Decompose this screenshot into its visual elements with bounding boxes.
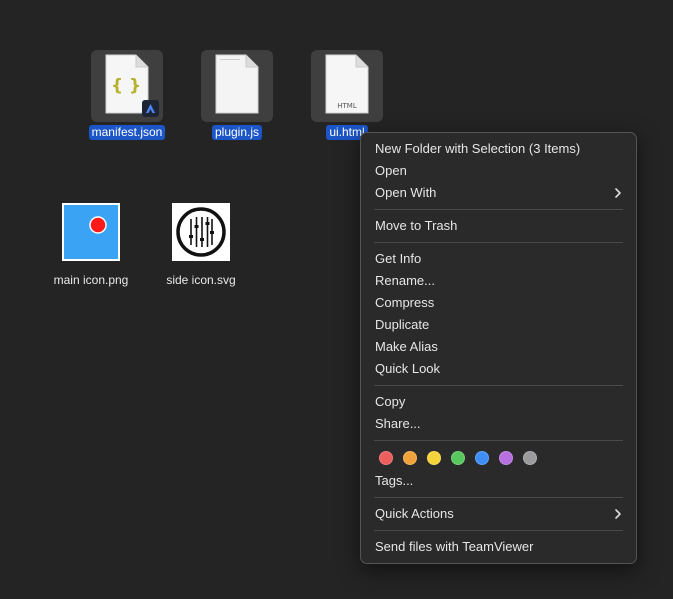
- file-plugin-js[interactable]: plugin.js: [182, 50, 292, 141]
- menu-separator: [374, 497, 623, 498]
- sliders-icon: [176, 207, 226, 257]
- tag-purple-dot[interactable]: [499, 451, 513, 465]
- menu-item-make-alias[interactable]: Make Alias: [361, 336, 636, 358]
- tag-green-dot[interactable]: [451, 451, 465, 465]
- menu-item-label: Share...: [375, 416, 421, 431]
- menu-item-open[interactable]: Open: [361, 160, 636, 182]
- menu-separator: [374, 385, 623, 386]
- menu-item-move-to-trash[interactable]: Move to Trash: [361, 215, 636, 237]
- js-file-icon: [215, 54, 259, 114]
- menu-item-tags[interactable]: Tags...: [361, 470, 636, 492]
- menu-item-label: Send files with TeamViewer: [375, 539, 534, 554]
- red-dot-image-icon: [89, 216, 107, 234]
- app-badge-icon: [142, 100, 159, 117]
- svg-text:{ }: { }: [111, 76, 141, 96]
- tag-red-dot[interactable]: [379, 451, 393, 465]
- menu-item-label: Get Info: [375, 251, 422, 266]
- file-name-label[interactable]: side icon.svg: [146, 273, 256, 288]
- image-thumbnail[interactable]: [172, 203, 230, 261]
- image-thumbnail[interactable]: [62, 203, 120, 261]
- file-thumbnail[interactable]: { }: [91, 50, 163, 122]
- file-thumbnail[interactable]: HTML: [311, 50, 383, 122]
- menu-item-label: Move to Trash: [375, 218, 458, 233]
- menu-item-rename[interactable]: Rename...: [361, 270, 636, 292]
- menu-item-label: Open With: [375, 185, 437, 200]
- tag-yellow-dot[interactable]: [427, 451, 441, 465]
- html-file-icon: HTML: [325, 54, 369, 114]
- menu-item-quick-look[interactable]: Quick Look: [361, 358, 636, 380]
- menu-item-label: Duplicate: [375, 317, 430, 332]
- menu-item-quick-actions[interactable]: Quick Actions: [361, 503, 636, 525]
- file-name-label[interactable]: manifest.json: [88, 125, 166, 140]
- menu-item-compress[interactable]: Compress: [361, 292, 636, 314]
- file-thumbnail[interactable]: [201, 50, 273, 122]
- menu-separator: [374, 242, 623, 243]
- menu-item-label: Make Alias: [375, 339, 438, 354]
- menu-item-duplicate[interactable]: Duplicate: [361, 314, 636, 336]
- file-ui-html[interactable]: HTML ui.html: [292, 50, 402, 141]
- tag-blue-dot[interactable]: [475, 451, 489, 465]
- menu-item-get-info[interactable]: Get Info: [361, 248, 636, 270]
- menu-item-label: New Folder with Selection (3 Items): [375, 141, 581, 156]
- menu-item-share[interactable]: Share...: [361, 413, 636, 435]
- file-name-label[interactable]: plugin.js: [211, 125, 263, 140]
- file-name-label[interactable]: main icon.png: [36, 273, 146, 288]
- menu-item-label: Compress: [375, 295, 435, 310]
- menu-item-copy[interactable]: Copy: [361, 391, 636, 413]
- svg-text:HTML: HTML: [337, 102, 357, 110]
- menu-item-send-with-teamviewer[interactable]: Send files with TeamViewer: [361, 536, 636, 558]
- menu-item-open-with[interactable]: Open With: [361, 182, 636, 204]
- menu-item-label: Open: [375, 163, 407, 178]
- tag-color-row: [361, 446, 636, 470]
- menu-separator: [374, 440, 623, 441]
- menu-separator: [374, 530, 623, 531]
- chevron-right-icon: [615, 509, 621, 519]
- menu-item-label: Quick Actions: [375, 506, 454, 521]
- menu-item-label: Copy: [375, 394, 406, 409]
- menu-item-label: Rename...: [375, 273, 435, 288]
- chevron-right-icon: [615, 188, 621, 198]
- tag-gray-dot[interactable]: [523, 451, 537, 465]
- tag-orange-dot[interactable]: [403, 451, 417, 465]
- context-menu: New Folder with Selection (3 Items) Open…: [360, 132, 637, 564]
- file-manifest-json[interactable]: { } manifest.json: [72, 50, 182, 141]
- menu-separator: [374, 209, 623, 210]
- menu-item-label: Tags...: [375, 473, 414, 488]
- menu-item-label: Quick Look: [375, 361, 441, 376]
- menu-item-new-folder-with-selection[interactable]: New Folder with Selection (3 Items): [361, 138, 636, 160]
